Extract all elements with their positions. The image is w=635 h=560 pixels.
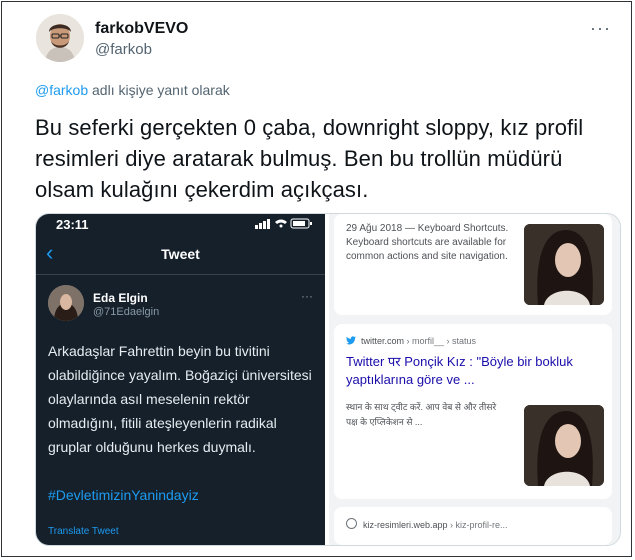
quoted-author-handle: @71Edaelgin bbox=[93, 306, 160, 318]
app-header: ‹ Tweet bbox=[36, 236, 325, 275]
more-options-icon[interactable]: ··· bbox=[590, 18, 611, 39]
result-title: Twitter पर Ponçik Kız : "Böyle bir boklu… bbox=[346, 354, 573, 387]
quoted-more-icon: ··· bbox=[301, 289, 313, 303]
status-bar-icons bbox=[253, 216, 313, 233]
result-snippet: स्थान के साथ ट्वीट करें. आप वेब से और ती… bbox=[346, 402, 497, 427]
twitter-bird-icon bbox=[346, 336, 356, 345]
status-bar-time: 23:11 bbox=[56, 217, 89, 232]
reply-context: @farkob adlı kişiye yanıt olarak bbox=[35, 82, 230, 98]
reply-mention-link[interactable]: @farkob bbox=[35, 82, 88, 98]
screenshot-search-results: 29 Ağu 2018 — Keyboard Shortcuts. Keyboa… bbox=[329, 214, 620, 545]
result-snippet: 29 Ağu 2018 — Keyboard Shortcuts. Keyboa… bbox=[346, 223, 509, 262]
quoted-hashtag: #DevletimizinYanindayiz bbox=[48, 487, 199, 503]
tweet-card: farkobVEVO @farkob ··· @farkob adlı kişi… bbox=[1, 1, 632, 557]
app-header-title: Tweet bbox=[161, 246, 200, 262]
search-result-card: 29 Ağu 2018 — Keyboard Shortcuts. Keyboa… bbox=[334, 214, 612, 315]
quoted-author-name: Eda Elgin bbox=[93, 291, 148, 305]
result-source: twitter.com › morfil__ › status bbox=[346, 336, 476, 346]
result-source: kiz-resimleri.web.app › kiz-profil-re... bbox=[346, 518, 508, 530]
quoted-tweet-text: Arkadaşlar Fahrettin beyin bu tivitini o… bbox=[48, 343, 312, 455]
screenshot-twitter-app: 23:11 ‹ Tweet Eda Elgin @71Edaelgin ··· … bbox=[36, 214, 325, 545]
quoted-author-avatar bbox=[48, 285, 84, 321]
result-thumbnail bbox=[524, 224, 604, 305]
author-avatar[interactable] bbox=[36, 14, 84, 62]
tweet-media[interactable]: 23:11 ‹ Tweet Eda Elgin @71Edaelgin ··· … bbox=[35, 213, 621, 546]
tweet-text: Bu seferki gerçekten 0 çaba, downright s… bbox=[35, 115, 584, 202]
reply-context-label: adlı kişiye yanıt olarak bbox=[88, 82, 230, 98]
translate-tweet-link: Translate Tweet bbox=[48, 526, 119, 537]
author-handle[interactable]: @farkob bbox=[95, 41, 152, 58]
search-result-card: twitter.com › morfil__ › status Twitter … bbox=[334, 324, 612, 499]
author-display-name[interactable]: farkobVEVO bbox=[95, 20, 188, 38]
search-result-card: kiz-resimleri.web.app › kiz-profil-re... bbox=[334, 507, 612, 545]
result-thumbnail bbox=[524, 405, 604, 486]
globe-icon bbox=[346, 518, 357, 529]
